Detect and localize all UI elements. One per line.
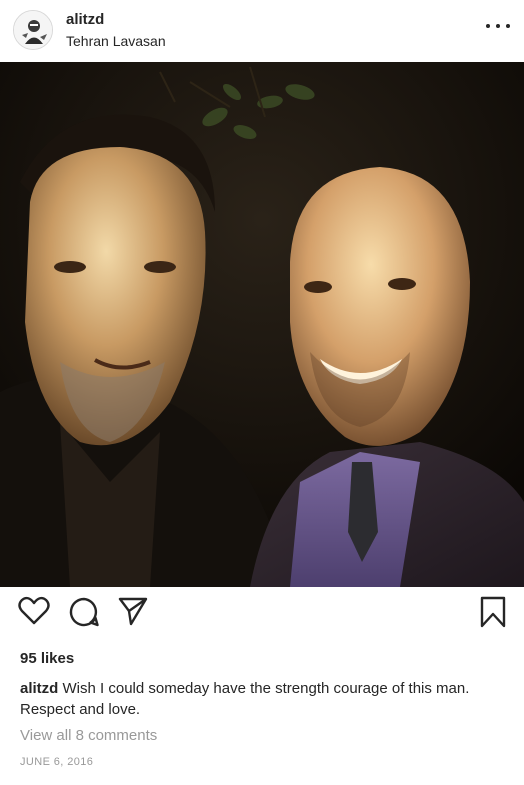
comment-icon[interactable] (68, 596, 100, 628)
more-dot (486, 24, 490, 28)
instagram-post: alitzd Tehran Lavasan 95 likes alitzd Wi… (0, 0, 524, 785)
heart-icon[interactable] (18, 596, 50, 626)
action-bar (0, 588, 524, 644)
share-icon[interactable] (118, 596, 148, 626)
post-photo[interactable] (0, 62, 524, 587)
caption-text: Wish I could someday have the strength c… (20, 680, 470, 718)
post-caption: alitzd Wish I could someday have the str… (20, 678, 510, 720)
likes-count[interactable]: 95 likes (20, 650, 74, 667)
header-location[interactable]: Tehran Lavasan (66, 33, 166, 49)
bookmark-icon[interactable] (480, 596, 506, 628)
more-options-icon[interactable] (486, 18, 510, 34)
caption-username[interactable]: alitzd (20, 680, 58, 697)
avatar-illustration-icon (14, 11, 52, 49)
more-dot (506, 24, 510, 28)
more-dot (496, 24, 500, 28)
selfie-photo-illustration (0, 62, 524, 587)
header-username[interactable]: alitzd (66, 11, 104, 28)
profile-avatar[interactable] (13, 10, 53, 50)
view-comments-link[interactable]: View all 8 comments (20, 727, 157, 744)
post-date: JUNE 6, 2016 (20, 756, 94, 768)
post-header: alitzd Tehran Lavasan (0, 0, 524, 62)
